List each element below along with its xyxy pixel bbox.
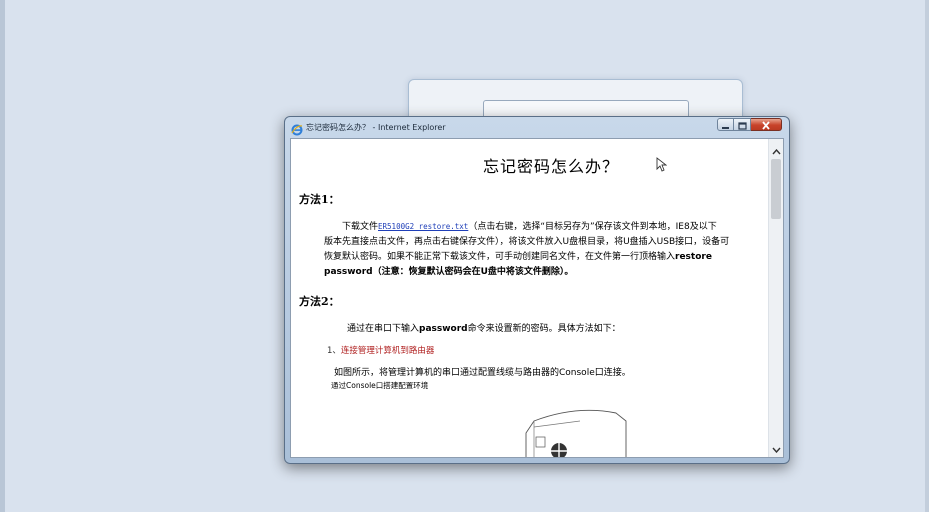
maximize-button[interactable] xyxy=(734,118,751,131)
scrollbar-thumb[interactable] xyxy=(771,159,781,219)
desktop-right-edge xyxy=(925,0,929,512)
vertical-scrollbar[interactable] xyxy=(768,139,783,457)
step1-label: 连接管理计算机到路由器 xyxy=(340,346,435,356)
step1-number: 1、 xyxy=(327,346,341,356)
method1-line4: password（注意：恢复默认密码会在U盘中将该文件删除）。 xyxy=(324,267,574,277)
method1-restore-keyword: restore xyxy=(675,252,712,262)
maximize-icon xyxy=(737,115,747,134)
desktop-left-edge xyxy=(0,0,5,512)
method2-heading: 方法2： xyxy=(299,295,340,308)
document-title: 忘记密码怎么办？ xyxy=(482,157,619,176)
minimize-icon xyxy=(721,115,730,134)
ie-icon xyxy=(291,121,303,136)
close-button[interactable] xyxy=(751,118,782,131)
method1-paragraph: 下载文件ER5100G2_restore.txt（点击右键，选择“目标另存为”保… xyxy=(324,219,764,280)
scroll-up-button[interactable] xyxy=(769,141,783,157)
minimize-button[interactable] xyxy=(717,118,734,131)
method2-intro: 通过在串口下输入password命令来设置新的密码。具体方法如下： xyxy=(347,321,621,334)
step1: 1、连接管理计算机到路由器 xyxy=(327,344,434,356)
close-icon xyxy=(761,115,771,134)
method2-password-keyword: password xyxy=(419,324,468,334)
chevron-up-icon xyxy=(771,140,781,159)
caption-buttons xyxy=(717,118,782,133)
mouse-pointer-icon xyxy=(656,157,668,176)
method1-line2: 版本先直接点击文件，再点击右键保存文件），将该文件放入U盘根目录，将U盘插入US… xyxy=(324,237,730,247)
window-title: 忘记密码怎么办？ - Internet Explorer xyxy=(306,123,446,132)
method2-intro-suffix: 命令来设置新的密码。具体方法如下： xyxy=(467,324,621,334)
step1-description: 如图所示，将管理计算机的串口通过配置线缆与路由器的Console口连接。 xyxy=(334,368,631,378)
restore-file-link[interactable]: ER5100G2_restore.txt xyxy=(378,222,468,231)
method1-heading: 方法1： xyxy=(299,193,340,206)
method1-text-prefix: 下载文件 xyxy=(342,222,379,232)
title-bar[interactable]: 忘记密码怎么办？ - Internet Explorer xyxy=(285,117,789,137)
ie-popup-window[interactable]: 忘记密码怎么办？ - Internet Explorer 忘记密码怎么办？ 方法… xyxy=(284,116,790,464)
figure-caption: 通过Console口搭建配置环境 xyxy=(331,381,429,390)
method2-intro-prefix: 通过在串口下输入 xyxy=(347,324,420,334)
chevron-down-icon xyxy=(771,438,781,457)
document: 忘记密码怎么办？ 方法1： 下载文件ER5100G2_restore.txt（点… xyxy=(291,139,769,457)
method1-line3: 恢复默认密码。如果不能正常下载该文件，可手动创建同名文件，在文件第一行顶格输入 xyxy=(324,252,676,262)
scroll-down-button[interactable] xyxy=(769,439,783,455)
router-illustration xyxy=(516,407,636,457)
page-content[interactable]: 忘记密码怎么办？ 方法1： 下载文件ER5100G2_restore.txt（点… xyxy=(290,138,784,458)
method1-text-after-link: （点击右键，选择“目标另存为”保存该文件到本地，IE8及以下 xyxy=(468,222,717,232)
